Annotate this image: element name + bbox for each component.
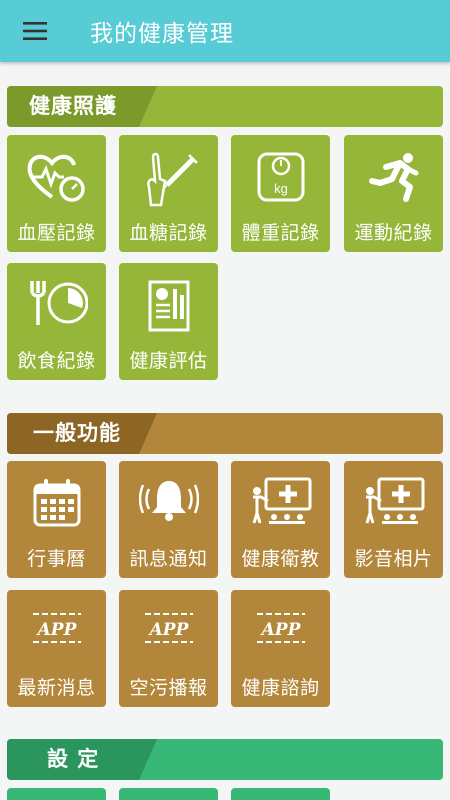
tile-label: 運動紀錄: [354, 222, 433, 244]
tile-notifications[interactable]: 訊息通知: [119, 461, 218, 578]
tile-settings-3[interactable]: [231, 788, 330, 800]
fork-plate-icon: [29, 281, 88, 325]
tile-label: 血壓記錄: [17, 222, 96, 244]
presentation-board-icon: [365, 477, 424, 524]
tile-air-pollution[interactable]: APP 空污播報: [119, 590, 218, 707]
tile-health-education[interactable]: 健康衛教: [231, 461, 330, 578]
section-header-general: 一般功能: [7, 413, 443, 454]
tile-exercise[interactable]: 運動紀錄: [344, 135, 443, 252]
blood-glucose-syringe-icon: [146, 152, 198, 207]
tile-health-consult[interactable]: APP 健康諮詢: [231, 590, 330, 707]
tile-label: 健康衛教: [241, 548, 320, 570]
blood-pressure-heart-icon: [27, 154, 85, 202]
app-badge-icon: APP: [144, 613, 193, 643]
tile-label: 血糖記錄: [129, 222, 208, 244]
section-title-health: 健康照護: [29, 94, 117, 118]
tile-settings-1[interactable]: [7, 788, 106, 800]
section-title-settings: 設 定: [47, 747, 100, 771]
tile-latest-news[interactable]: APP 最新消息: [7, 590, 106, 707]
bell-ringing-icon: [138, 481, 199, 521]
tile-label: 飲食紀錄: [17, 350, 96, 372]
tile-blood-pressure[interactable]: 血壓記錄: [7, 135, 106, 252]
tile-label: 健康諮詢: [241, 677, 320, 699]
tile-label: 行事曆: [27, 548, 86, 570]
section-header-settings: 設 定: [7, 739, 443, 780]
calendar-icon: [33, 479, 80, 527]
svg-text:APP: APP: [35, 620, 77, 640]
weight-scale-icon: kg: [257, 152, 304, 202]
teaching-board-icon: [252, 477, 311, 524]
section-title-general: 一般功能: [33, 421, 121, 445]
tile-label: 最新消息: [17, 677, 96, 699]
tile-media[interactable]: 影音相片: [344, 461, 443, 578]
svg-text:APP: APP: [259, 620, 301, 640]
tile-label: 空污播報: [129, 677, 208, 699]
app-badge-icon: APP: [32, 613, 81, 643]
app-title: 我的健康管理: [90, 21, 234, 47]
tile-blood-glucose[interactable]: 血糖記錄: [119, 135, 218, 252]
section-header-health: 健康照護: [7, 86, 443, 127]
svg-text:kg: kg: [274, 181, 288, 196]
tile-label: 訊息通知: [129, 548, 208, 570]
tile-settings-2[interactable]: [119, 788, 218, 800]
tile-label: 健康評估: [129, 350, 208, 372]
running-person-icon: [368, 153, 418, 202]
menu-button[interactable]: [0, 0, 70, 62]
tile-weight[interactable]: kg 體重記錄: [231, 135, 330, 252]
tile-calendar[interactable]: 行事曆: [7, 461, 106, 578]
hamburger-menu-icon: [23, 22, 47, 40]
tile-label: 影音相片: [354, 548, 433, 570]
tile-assessment[interactable]: 健康評估: [119, 263, 218, 380]
tile-diet[interactable]: 飲食紀錄: [7, 263, 106, 380]
report-chart-icon: [148, 280, 189, 332]
tile-label: 體重記錄: [241, 222, 320, 244]
app-badge-icon: APP: [256, 613, 305, 643]
svg-text:APP: APP: [147, 620, 189, 640]
app-bar: 我的健康管理: [0, 0, 450, 62]
